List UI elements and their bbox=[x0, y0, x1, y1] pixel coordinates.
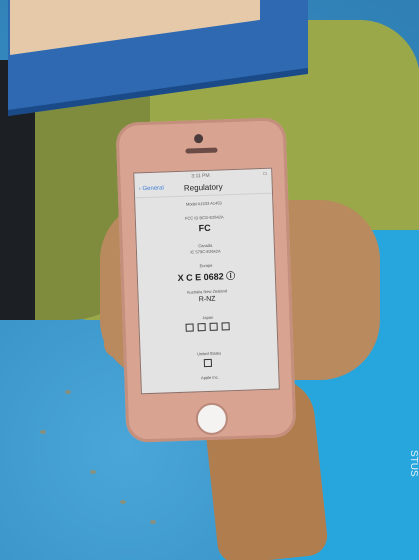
europe-mark: X C E 0682 ⓘ bbox=[177, 270, 236, 283]
usa-icons bbox=[203, 358, 214, 369]
japan-icons bbox=[185, 322, 230, 334]
shirt-print: STUS bbox=[408, 450, 419, 477]
fcc-mark: FC bbox=[198, 222, 211, 234]
cert-icon bbox=[221, 322, 230, 331]
front-camera bbox=[193, 134, 204, 144]
screen-title: Regulatory bbox=[183, 182, 223, 193]
phone-screen: 3:11 PM ▭ ‹ General Regulatory Model A15… bbox=[133, 167, 280, 395]
floor-speck bbox=[40, 430, 46, 434]
photo-scene: STUS 3:11 PM ▭ ‹ General Regulatory Mode… bbox=[0, 0, 419, 560]
cert-icon bbox=[203, 358, 213, 368]
battery-icon: ▭ bbox=[262, 170, 268, 177]
bottom-caption: Apple Inc. bbox=[200, 374, 219, 381]
floor-speck bbox=[120, 500, 126, 504]
cert-icon bbox=[209, 322, 218, 331]
floor-speck bbox=[65, 390, 71, 394]
usa-caption: United States bbox=[196, 350, 222, 357]
phone: 3:11 PM ▭ ‹ General Regulatory Model A15… bbox=[115, 117, 297, 443]
earpiece bbox=[185, 147, 218, 154]
home-button[interactable] bbox=[195, 402, 229, 436]
cert-icon bbox=[197, 323, 206, 332]
floor-speck bbox=[150, 520, 156, 524]
japan-caption: Japan bbox=[202, 314, 214, 321]
cert-icon bbox=[185, 323, 194, 332]
floor-speck bbox=[90, 470, 96, 474]
model-label: Model A1533 A1453 bbox=[185, 200, 222, 207]
